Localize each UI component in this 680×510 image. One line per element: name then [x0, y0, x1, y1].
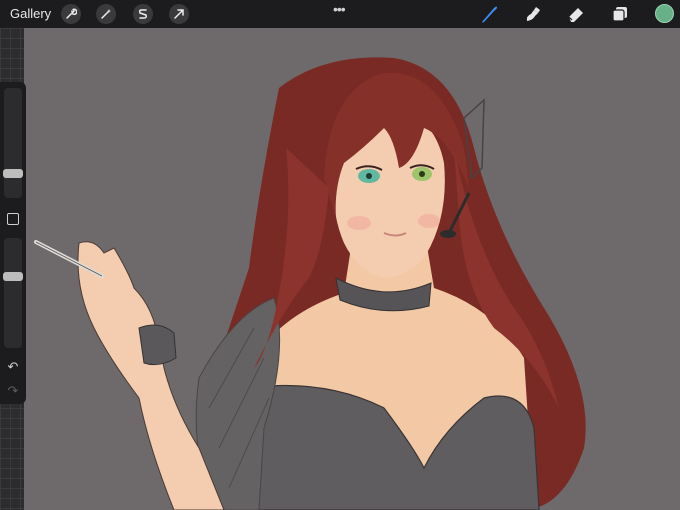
brush-size-thumb[interactable] — [3, 168, 23, 178]
eraser-icon[interactable] — [566, 4, 586, 24]
smudge-icon[interactable] — [523, 4, 543, 24]
more-menu-button[interactable]: ••• — [333, 1, 346, 17]
magic-wand-icon[interactable] — [96, 4, 116, 24]
brush-icon[interactable] — [479, 4, 499, 24]
selection-icon[interactable] — [133, 4, 153, 24]
wrench-icon[interactable] — [61, 4, 81, 24]
modify-button[interactable] — [7, 213, 19, 225]
redo-button[interactable]: ↷ — [5, 384, 21, 398]
opacity-slider[interactable] — [4, 238, 22, 348]
top-toolbar: Gallery ••• — [0, 0, 680, 28]
gallery-button[interactable]: Gallery — [10, 6, 51, 21]
artwork-illustration — [24, 28, 680, 510]
transform-icon[interactable] — [169, 4, 189, 24]
drawing-canvas[interactable] — [24, 28, 680, 510]
undo-button[interactable]: ↶ — [5, 360, 21, 374]
brush-size-slider[interactable] — [4, 88, 22, 198]
left-sidebar: ↶ ↷ — [0, 82, 26, 404]
color-picker-button[interactable] — [655, 4, 674, 23]
layers-icon[interactable] — [610, 4, 630, 24]
opacity-thumb[interactable] — [3, 272, 23, 282]
